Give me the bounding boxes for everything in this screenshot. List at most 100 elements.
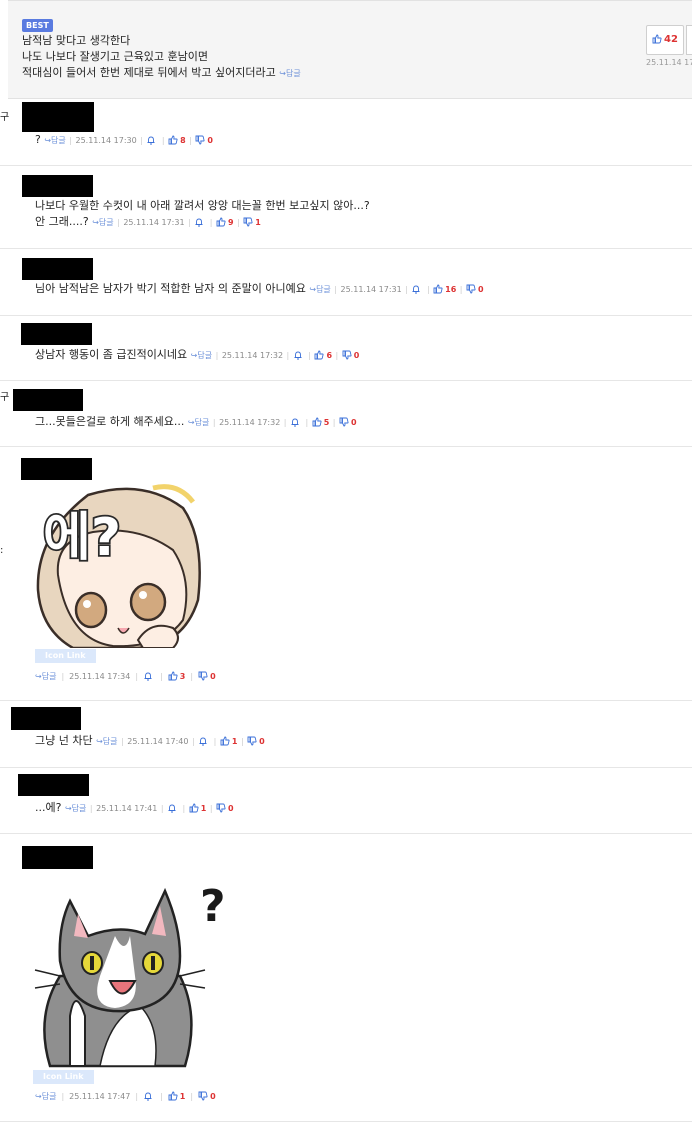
- like-count: 1: [200, 804, 207, 813]
- reply-link[interactable]: ↪답글: [44, 136, 65, 145]
- dislike-count: 0: [207, 136, 213, 145]
- thumbs-up-icon[interactable]: [189, 803, 199, 813]
- comment-text: 그냥 넌 차단 ↪답글 | 25.11.14 17:40 | | 1 | 0: [35, 734, 265, 747]
- bell-icon[interactable]: [194, 217, 204, 227]
- dislike-count: 0: [210, 1091, 216, 1101]
- bell-icon[interactable]: [293, 350, 303, 360]
- thumbs-down-icon[interactable]: [216, 803, 226, 813]
- like-count: 9: [227, 218, 234, 227]
- comment-item: 그...못들은걸로 하게 해주세요... ↪답글 | 25.11.14 17:3…: [0, 381, 692, 447]
- best-comment: BEST 남적남 맞다고 생각한다 나도 나보다 잘생기고 근육있고 훈남이면 …: [8, 0, 692, 99]
- reply-link[interactable]: ↪답글: [35, 1091, 56, 1102]
- thumbs-up-icon[interactable]: [168, 1091, 178, 1101]
- thumbs-down-icon[interactable]: [243, 217, 253, 227]
- comment-meta: ↪답글 | 25.11.14 17:34 | | 3 | 0: [35, 671, 216, 682]
- comment-text: 님아 남적남은 남자가 박기 적합한 남자 의 준말이 아니예요 ↪답글 | 2…: [35, 282, 484, 295]
- best-line: 나도 나보다 잘생기고 근육있고 훈남이면: [22, 50, 209, 63]
- comment-text: 그...못들은걸로 하게 해주세요... ↪답글 | 25.11.14 17:3…: [35, 415, 357, 428]
- reply-link[interactable]: ↪답글: [35, 671, 56, 682]
- comment-date: 25.11.14 17:32: [219, 418, 281, 427]
- bell-icon[interactable]: [143, 671, 153, 681]
- comment-item: ...에? ↪답글 | 25.11.14 17:41 | | 1 | 0: [0, 768, 692, 834]
- comment-date: 25.11.14 17:32: [221, 351, 284, 360]
- dislike-count: 0: [259, 737, 265, 746]
- bell-icon[interactable]: [290, 417, 300, 427]
- thumbs-down-icon[interactable]: [466, 284, 476, 294]
- reply-link[interactable]: ↪답글: [191, 351, 212, 360]
- redacted-username: [22, 258, 93, 280]
- icon-link[interactable]: Icon Link: [35, 649, 96, 663]
- best-line: 남적남 맞다고 생각한다: [22, 34, 131, 47]
- thumbs-down-icon[interactable]: [198, 1091, 208, 1101]
- bell-icon[interactable]: [146, 135, 156, 145]
- dislike-count: 0: [350, 418, 357, 427]
- thumbs-up-icon[interactable]: [314, 350, 324, 360]
- like-count: 6: [326, 351, 333, 360]
- sticker-cat: ?: [34, 881, 226, 1068]
- comment-date: 25.11.14 17:40: [127, 737, 189, 746]
- bell-icon[interactable]: [198, 736, 208, 746]
- comment-item: 에? Icon Link ↪답글 | 25.11.14 17:34 | | 3 …: [0, 447, 692, 701]
- comment-text: 상남자 행동이 좀 급진적이시네요 ↪답글 | 25.11.14 17:32 |…: [35, 348, 360, 361]
- reply-link[interactable]: ↪답글: [65, 804, 86, 813]
- best-comment-text: 남적남 맞다고 생각한다 나도 나보다 잘생기고 근육있고 훈남이면 적대심이 …: [22, 33, 301, 82]
- comment-meta: ↪답글 | 25.11.14 17:47 | | 1 | 0: [35, 1091, 216, 1102]
- thumbs-up-icon[interactable]: [216, 217, 226, 227]
- like-count: 3: [179, 671, 186, 681]
- redacted-username: [22, 102, 94, 132]
- thumbs-down-icon[interactable]: [198, 671, 208, 681]
- thumbs-up-icon[interactable]: [433, 284, 443, 294]
- comment-date: 25.11.14 17:31: [123, 218, 185, 227]
- comment-item: ? ↪답글 | 25.11.14 17:30 | | 8 | 0: [0, 99, 692, 166]
- reply-link[interactable]: ↪답글: [188, 418, 209, 427]
- bell-icon[interactable]: [143, 1091, 153, 1101]
- thumbs-up-icon: [652, 34, 662, 44]
- thumbs-down-icon[interactable]: [342, 350, 352, 360]
- comment-date: 25.11.14 17:30: [75, 136, 137, 145]
- thumbs-up-icon[interactable]: [168, 671, 178, 681]
- comment-date: 25.11.14 17:41: [96, 804, 158, 813]
- thumbs-down-icon[interactable]: [195, 135, 205, 145]
- like-count: 16: [445, 285, 457, 294]
- comment-item: 상남자 행동이 좀 급진적이시네요 ↪답글 | 25.11.14 17:32 |…: [0, 316, 692, 381]
- comment-date: 25.11.14 17:47: [69, 1091, 131, 1101]
- thumbs-up-icon[interactable]: [220, 736, 230, 746]
- like-count: 1: [179, 1091, 186, 1101]
- reply-link[interactable]: ↪답글: [92, 218, 113, 227]
- comment-text: 나보다 우월한 수컷이 내 아래 깔려서 앙앙 대는꼴 한번 보고싶지 않아..…: [35, 199, 370, 228]
- dislike-count: 0: [353, 351, 360, 360]
- sticker-anime-girl: 에?: [36, 484, 201, 648]
- like-count: 5: [323, 418, 330, 427]
- like-count: 1: [231, 737, 238, 746]
- thumbs-up-icon[interactable]: [312, 417, 322, 427]
- icon-link[interactable]: Icon Link: [33, 1070, 94, 1084]
- redacted-username: [22, 175, 93, 197]
- redacted-username: [21, 458, 92, 480]
- thumbs-down-icon[interactable]: [339, 417, 349, 427]
- reply-link[interactable]: ↪답글: [309, 285, 330, 294]
- bell-icon[interactable]: [167, 803, 177, 813]
- comment-date: 25.11.14 17:31: [340, 285, 402, 294]
- redacted-username: [21, 323, 92, 345]
- best-dislike-button[interactable]: [686, 25, 692, 55]
- comment-item: ? Icon Link ↪답글 | 25.11.14 17:47 | | 1 |…: [0, 834, 692, 1122]
- best-line: 적대심이 들어서 한번 제대로 뒤에서 박고 싶어지더라고 ↪답글: [22, 66, 301, 79]
- reply-link[interactable]: ↪답글: [96, 737, 117, 746]
- best-date: 25.11.14 17: [646, 58, 692, 67]
- dislike-count: 0: [477, 285, 484, 294]
- sticker-caption: ?: [200, 881, 226, 932]
- like-count: 8: [180, 136, 186, 145]
- redacted-username: [13, 389, 83, 411]
- comment-item: 나보다 우월한 수컷이 내 아래 깔려서 앙앙 대는꼴 한번 보고싶지 않아..…: [0, 166, 692, 249]
- best-badge: BEST: [22, 19, 53, 32]
- thumbs-down-icon[interactable]: [247, 736, 257, 746]
- bell-icon[interactable]: [411, 284, 421, 294]
- thumbs-up-icon[interactable]: [168, 135, 178, 145]
- dislike-count: 1: [255, 218, 261, 227]
- best-like-button[interactable]: 42: [646, 25, 684, 55]
- redacted-username: [11, 707, 81, 730]
- redacted-username: [18, 774, 89, 796]
- reply-link[interactable]: ↪답글: [279, 69, 300, 78]
- sticker-caption: 에?: [43, 508, 121, 568]
- comment-text: ...에? ↪답글 | 25.11.14 17:41 | | 1 | 0: [35, 801, 234, 814]
